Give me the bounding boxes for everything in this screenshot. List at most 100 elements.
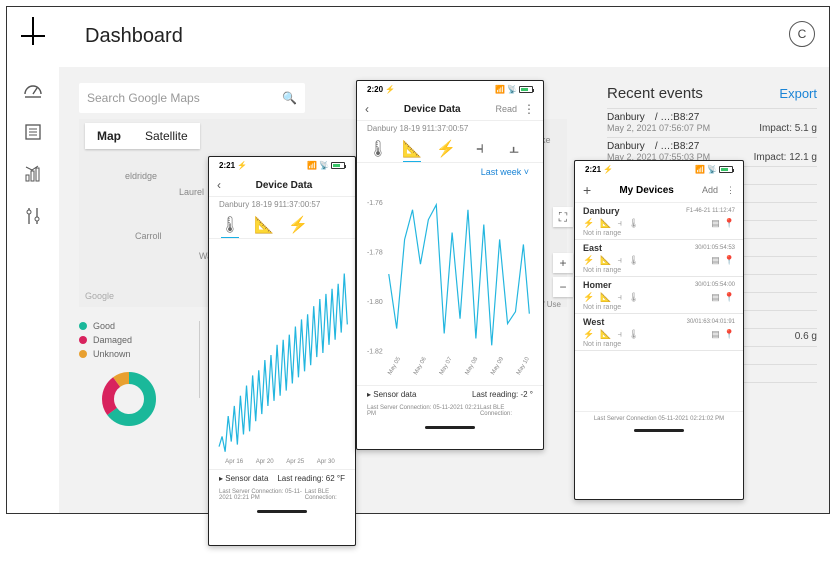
shock-icon: ⚡ (583, 329, 594, 340)
home-indicator (257, 510, 307, 513)
menu-icon: ▤ (711, 329, 720, 340)
svg-text:May 07: May 07 (439, 356, 454, 376)
svg-text:May 09: May 09 (490, 356, 505, 376)
status-time: 2:21 ⚡ (585, 165, 613, 174)
svg-text:-1.82: -1.82 (367, 348, 383, 355)
zoom-in-button[interactable]: + (553, 253, 573, 273)
device-list: DanburyF1-46-21 11:12:47⚡📐⫞🌡▤📍Not in ran… (575, 203, 743, 351)
ble-conn: Last BLE Connection: (305, 489, 345, 501)
wifi-icon: 📡 (319, 161, 329, 170)
svg-text:May 05: May 05 (387, 356, 402, 376)
device-row[interactable]: West30/01:63:04:01:91⚡📐⫞🌡▤📍Not in range (575, 314, 743, 351)
map-label: eldridge (125, 171, 157, 181)
nav-list-icon[interactable] (22, 121, 44, 143)
thermometer-icon[interactable]: 🌡 (369, 140, 387, 158)
event-trailing-value: 0.6 g (795, 329, 817, 342)
user-avatar[interactable]: C (789, 21, 815, 47)
menu-icon: ▤ (711, 292, 720, 303)
search-placeholder: Search Google Maps (87, 91, 200, 105)
more-icon[interactable]: ⋮ (726, 185, 735, 196)
legend-unknown: Unknown (93, 349, 131, 359)
phone-mockup-device-data-2: 2:20 ⚡ 📶📡 ‹ Device Data Read⋮ Danbury 18… (356, 80, 544, 450)
thermometer-icon: 🌡 (628, 329, 639, 340)
device-row[interactable]: Homer30/01:05:54:00⚡📐⫞🌡▤📍Not in range (575, 277, 743, 314)
tilt-icon: 📐 (600, 218, 611, 229)
svg-text:May 10: May 10 (516, 356, 531, 376)
thermometer-icon[interactable]: 🌡 (221, 216, 239, 234)
map-label: Carroll (135, 231, 162, 241)
status-time: 2:20 ⚡ (367, 85, 395, 94)
wifi-icon: 📡 (707, 165, 717, 174)
svg-text:-1.76: -1.76 (367, 200, 383, 207)
door-icon: ⫞ (617, 329, 622, 340)
line-chart: Apr 16 Apr 20 Apr 25 Apr 30 (209, 239, 355, 469)
add-button[interactable]: Add (702, 185, 718, 195)
server-conn: Last Server Connection: 05-11-2021 02:21… (219, 489, 305, 501)
tilt-icon[interactable]: 📐 (403, 140, 421, 158)
home-indicator (634, 429, 684, 432)
status-time: 2:21 ⚡ (219, 161, 247, 170)
tilt-icon: 📐 (600, 329, 611, 340)
door-closed-icon[interactable]: ⫞ (471, 140, 489, 158)
screen-title: Device Data (256, 180, 313, 191)
svg-text:May 06: May 06 (413, 356, 428, 376)
svg-text:Apr 20: Apr 20 (256, 458, 275, 465)
svg-text:Apr 16: Apr 16 (225, 458, 244, 465)
map-label: Laurel (179, 187, 204, 197)
shock-icon: ⚡ (583, 292, 594, 303)
last-reading: Last reading: -2 ° (472, 390, 533, 399)
sensor-data-label[interactable]: ▸ Sensor data (219, 474, 268, 483)
sensor-data-label[interactable]: ▸ Sensor data (367, 390, 416, 399)
more-icon[interactable]: ⋮ (523, 102, 535, 116)
thermometer-icon: 🌡 (628, 292, 639, 303)
pin-icon: 📍 (724, 255, 735, 266)
fullscreen-icon[interactable]: ⛶ (553, 207, 573, 227)
range-selector[interactable]: Last week ˅ (357, 163, 543, 181)
screen-title: My Devices (619, 185, 673, 196)
add-device-icon[interactable]: + (583, 182, 591, 198)
ble-conn: Last BLE Connection: (480, 405, 533, 417)
shock-icon: ⚡ (583, 255, 594, 266)
nav-chart-icon[interactable] (22, 163, 44, 185)
wifi-icon: 📡 (507, 85, 517, 94)
map-search-input[interactable]: Search Google Maps 🔍 (79, 83, 305, 113)
line-chart: -1.76 -1.78 -1.80 -1.82 May 05 May 06 Ma… (357, 181, 543, 385)
read-button[interactable]: Read (495, 104, 517, 114)
device-breadcrumb: Danbury 18-19 911:37:00:57 (209, 197, 355, 212)
shock-icon[interactable]: ⚡ (437, 140, 455, 158)
back-icon[interactable]: ‹ (365, 102, 369, 116)
legend-damaged: Damaged (93, 335, 132, 345)
door-icon: ⫞ (617, 218, 622, 229)
phone-mockup-device-data-1: 2:21 ⚡ 📶📡 ‹ Device Data Danbury 18-19 91… (208, 156, 356, 546)
tilt-icon: 📐 (600, 292, 611, 303)
map-type-tabs: Map Satellite (85, 123, 200, 149)
svg-text:Apr 30: Apr 30 (317, 458, 336, 465)
event-row[interactable]: Danbury/ …:B8:27 May 2, 2021 07:56:07 PM… (607, 108, 817, 137)
door-icon: ⫞ (617, 292, 622, 303)
device-row[interactable]: East30/01:05:54:53⚡📐⫞🌡▤📍Not in range (575, 240, 743, 277)
back-icon[interactable]: ‹ (217, 178, 221, 192)
map-tab-map[interactable]: Map (85, 123, 133, 149)
door-icon: ⫞ (617, 255, 622, 266)
pin-icon: 📍 (724, 329, 735, 340)
svg-text:May 08: May 08 (464, 356, 479, 376)
nav-dashboard-icon[interactable] (22, 79, 44, 101)
pin-icon: 📍 (724, 218, 735, 229)
map-tab-satellite[interactable]: Satellite (133, 123, 200, 149)
thermometer-icon: 🌡 (628, 218, 639, 229)
thermometer-icon: 🌡 (628, 255, 639, 266)
shock-icon[interactable]: ⚡ (289, 216, 307, 234)
device-row[interactable]: DanburyF1-46-21 11:12:47⚡📐⫞🌡▤📍Not in ran… (575, 203, 743, 240)
tilt-icon[interactable]: 📐 (255, 216, 273, 234)
nav-settings-icon[interactable] (22, 205, 44, 227)
tilt-icon: 📐 (600, 255, 611, 266)
status-legend: Good Damaged Unknown (79, 321, 199, 434)
shock-icon: ⚡ (583, 218, 594, 229)
zoom-out-button[interactable]: − (553, 277, 573, 297)
battery-icon (719, 166, 733, 173)
sidebar-nav (13, 67, 53, 507)
menu-icon: ▤ (711, 218, 720, 229)
door-open-icon[interactable]: ⫠ (505, 140, 523, 158)
map-controls: ⛶ + − (553, 207, 573, 297)
export-link[interactable]: Export (779, 86, 817, 101)
